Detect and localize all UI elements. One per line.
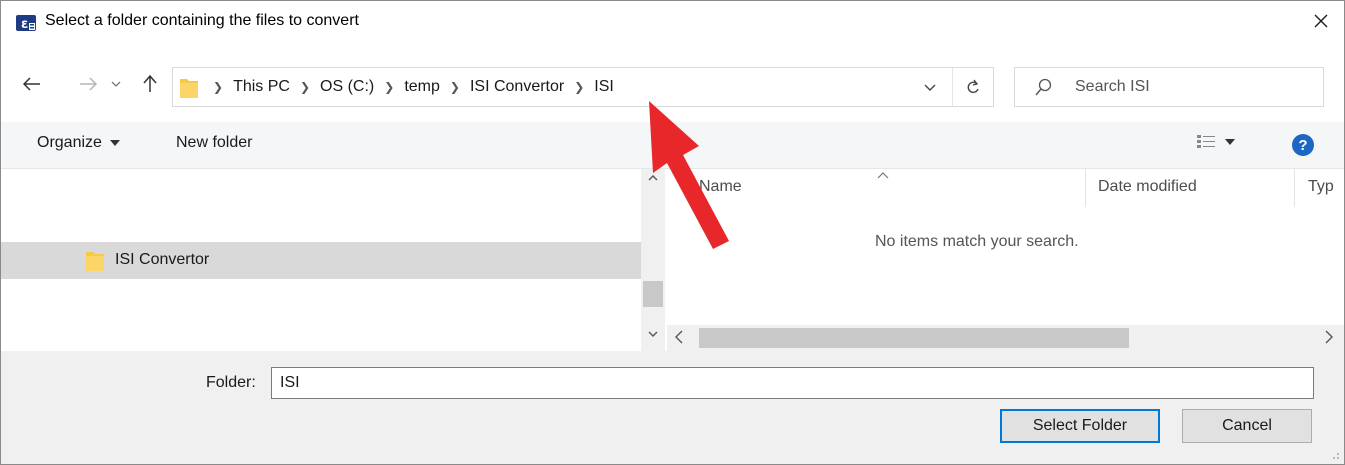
tree-item-label: ISI Convertor [115, 251, 210, 268]
footer-panel: Folder: Select Folder Cancel [1, 351, 1344, 464]
breadcrumb-isi-convertor[interactable]: ISI Convertor [464, 78, 570, 96]
tree-item-isi-convertor[interactable]: ISI Convertor [1, 242, 641, 279]
svg-text:ε: ε [21, 17, 28, 32]
search-icon [1035, 78, 1052, 96]
breadcrumb-temp[interactable]: temp [398, 78, 446, 96]
forward-button[interactable] [75, 69, 101, 99]
address-history-button[interactable] [913, 68, 947, 106]
column-header-type[interactable]: Typ [1308, 178, 1334, 196]
organize-label: Organize [37, 134, 102, 151]
arrow-right-icon [80, 77, 97, 91]
scroll-thumb[interactable] [699, 328, 1129, 348]
arrow-left-icon [23, 77, 40, 91]
chevron-down-icon [648, 331, 658, 337]
close-button[interactable] [1298, 1, 1344, 41]
new-folder-button[interactable]: New folder [176, 134, 252, 152]
breadcrumb-os-c[interactable]: OS (C:) [314, 78, 380, 96]
empty-message: No items match your search. [875, 233, 1079, 250]
scroll-down-button[interactable] [641, 331, 665, 347]
caret-down-icon [1225, 139, 1235, 145]
column-divider[interactable] [1085, 169, 1086, 207]
scroll-thumb[interactable] [643, 281, 663, 307]
filelist-horizontal-scrollbar[interactable] [667, 325, 1344, 351]
details-view-icon [1197, 135, 1215, 148]
chevron-right-icon[interactable]: ❯ [570, 80, 588, 94]
caret-down-icon [109, 140, 120, 146]
help-button[interactable]: ? [1292, 134, 1314, 156]
cancel-button[interactable]: Cancel [1182, 409, 1312, 443]
breadcrumb-isi[interactable]: ISI [588, 78, 620, 96]
breadcrumb-this-pc[interactable]: This PC [227, 78, 296, 96]
chevron-down-icon [111, 81, 121, 87]
search-input[interactable] [1075, 76, 1315, 98]
up-button[interactable] [137, 69, 163, 99]
sort-ascending-icon [877, 172, 889, 179]
column-header-date-modified[interactable]: Date modified [1098, 178, 1197, 196]
chevron-down-icon [924, 84, 936, 91]
back-button[interactable] [19, 69, 45, 99]
breadcrumb: ❯ This PC ❯ OS (C:) ❯ temp ❯ ISI Convert… [209, 68, 620, 106]
refresh-button[interactable] [952, 68, 993, 106]
folder-field[interactable] [271, 367, 1314, 399]
change-view-button[interactable] [1197, 134, 1235, 150]
column-divider[interactable] [1294, 169, 1295, 207]
title-bar[interactable]: ε Select a folder containing the files t… [1, 1, 1344, 41]
folder-icon [85, 250, 105, 272]
refresh-icon [967, 79, 979, 94]
close-icon [1314, 14, 1328, 28]
navigation-pane[interactable]: ISI Convertor [1, 169, 641, 351]
folder-icon [179, 77, 199, 99]
select-folder-button[interactable]: Select Folder [1000, 409, 1160, 443]
chevron-left-icon[interactable] [675, 330, 683, 344]
chevron-right-icon[interactable]: ❯ [446, 80, 464, 94]
chevron-right-icon[interactable]: ❯ [209, 80, 227, 94]
search-box[interactable] [1014, 67, 1324, 107]
folder-label: Folder: [206, 374, 256, 391]
chevron-right-icon[interactable] [1325, 330, 1333, 344]
organize-button[interactable]: Organize [37, 134, 120, 152]
window-title: Select a folder containing the files to … [45, 12, 359, 29]
resize-grip-icon[interactable] [1330, 450, 1340, 460]
chevron-right-icon[interactable]: ❯ [380, 80, 398, 94]
recent-locations-button[interactable] [107, 69, 125, 99]
address-bar[interactable]: ❯ This PC ❯ OS (C:) ❯ temp ❯ ISI Convert… [172, 67, 994, 107]
annotation-arrow-icon [649, 101, 729, 249]
new-folder-label: New folder [176, 134, 253, 151]
help-icon: ? [1298, 136, 1308, 154]
app-e-icon: ε [15, 13, 37, 33]
chevron-right-icon[interactable]: ❯ [296, 80, 314, 94]
folder-picker-dialog: ε Select a folder containing the files t… [0, 0, 1345, 465]
arrow-up-icon [143, 75, 157, 92]
